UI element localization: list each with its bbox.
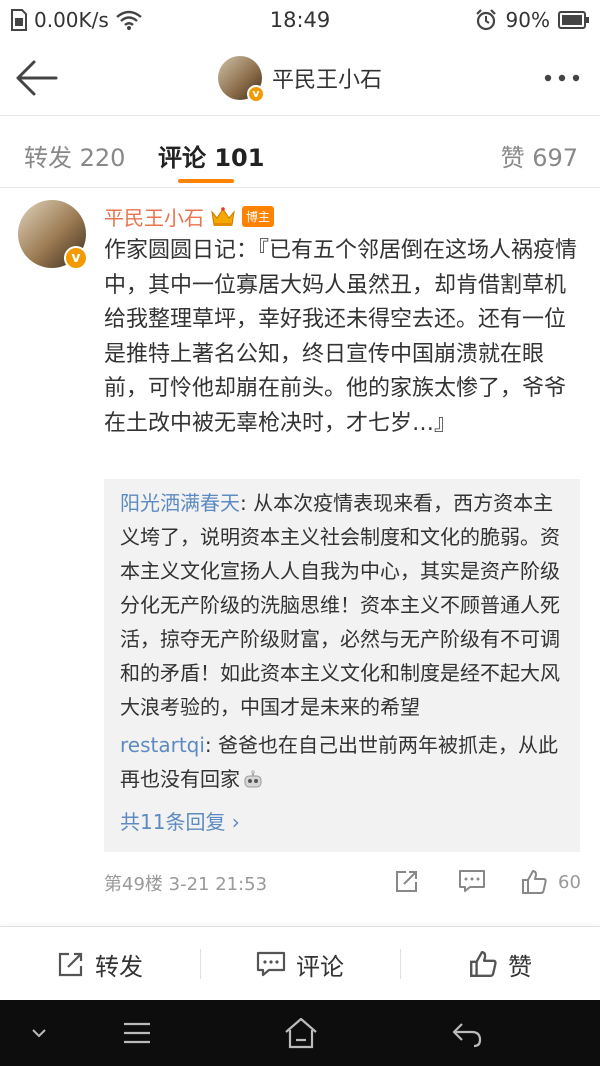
app-header: v 平民王小石 [0, 42, 600, 116]
active-tab-indicator [178, 179, 234, 183]
comment-author-name[interactable]: 平民王小石 [104, 202, 204, 231]
repost-button[interactable]: 转发 [0, 927, 200, 1001]
more-button[interactable] [542, 64, 582, 92]
like-button[interactable]: 60 [520, 868, 581, 896]
nav-collapse-button[interactable] [14, 1014, 64, 1052]
crown-icon [211, 206, 235, 226]
comment-button[interactable]: 评论 [200, 927, 400, 1001]
reply-author[interactable]: restartqi [120, 733, 205, 757]
alarm-icon [475, 9, 496, 31]
bottom-action-bar: 转发 评论 赞 [0, 926, 600, 1000]
tab-like[interactable]: 赞 697 [501, 138, 578, 173]
verified-badge: v [246, 85, 265, 103]
comment-label: 评论 [296, 952, 344, 981]
tab-comment[interactable]: 评论 101 [158, 138, 264, 173]
comment-meta: 第49楼 3-21 21:53 60 [104, 868, 584, 898]
thumbs-up-icon [522, 870, 547, 894]
more-dots-icon [544, 74, 580, 82]
system-nav-bar [0, 1000, 600, 1066]
repost-label: 转发 [95, 952, 143, 981]
battery-percent: 90% [505, 8, 550, 32]
floor-number: 第49楼 [104, 874, 163, 895]
reply-button[interactable] [458, 868, 486, 898]
reply-item: 阳光洒满春天: 从本次疫情表现来看，西方资本主义垮了，说明资本主义社会制度和文化… [120, 486, 564, 724]
tab-repost[interactable]: 转发 220 [24, 138, 125, 173]
comment-time: 3-21 21:53 [168, 874, 268, 895]
tab-bar: 转发 220 评论 101 赞 697 [0, 116, 600, 188]
menu-icon [124, 1022, 150, 1044]
replies-box[interactable]: 阳光洒满春天: 从本次疫情表现来看，西方资本主义垮了，说明资本主义社会制度和文化… [104, 479, 580, 852]
more-replies-link[interactable]: 共11条回复 › [120, 806, 240, 835]
status-bar: 0.00K/s 18:49 90% [0, 0, 600, 42]
reply-item: restartqi: 爸爸也在自己出世前两年被抓走，从此再也没有回家 [120, 728, 564, 796]
comment-author-avatar[interactable]: v [18, 200, 88, 270]
battery-icon [558, 11, 589, 29]
chevron-down-icon [32, 1029, 46, 1038]
reply-text: : 从本次疫情表现来看，西方资本主义垮了，说明资本主义社会制度和文化的脆弱。资本… [120, 491, 560, 719]
page-title: 平民王小石 [271, 68, 382, 93]
emoji-robot-icon [244, 770, 262, 788]
avatar[interactable]: v [217, 56, 265, 103]
author-badge: 博主 [242, 206, 275, 227]
like-label: 赞 [508, 952, 532, 981]
comment-text: 作家圆圆日记：『已有五个邻居倒在这场人祸疫情中，其中一位寡居大妈人虽然丑，却肯借… [104, 238, 578, 436]
reply-author[interactable]: 阳光洒满春天 [120, 491, 240, 515]
share-icon [396, 871, 417, 892]
comment-icon [256, 951, 286, 977]
home-icon [285, 1017, 317, 1049]
share-button[interactable] [394, 868, 420, 898]
thumbs-up-icon [470, 951, 497, 977]
comment-card: v 平民王小石 博主 作家圆圆日记：『已有五个邻居倒在这场人祸疫情中，其中一位寡… [0, 188, 600, 926]
nav-menu-button[interactable] [112, 1014, 162, 1052]
like-action-button[interactable]: 赞 [400, 927, 600, 1001]
repost-icon [58, 952, 83, 977]
comment-icon [459, 870, 485, 892]
nav-home-button[interactable] [276, 1014, 326, 1052]
like-count: 60 [558, 871, 581, 893]
verified-badge: v [64, 246, 88, 270]
back-icon [452, 1023, 482, 1048]
nav-back-button[interactable] [442, 1014, 492, 1052]
